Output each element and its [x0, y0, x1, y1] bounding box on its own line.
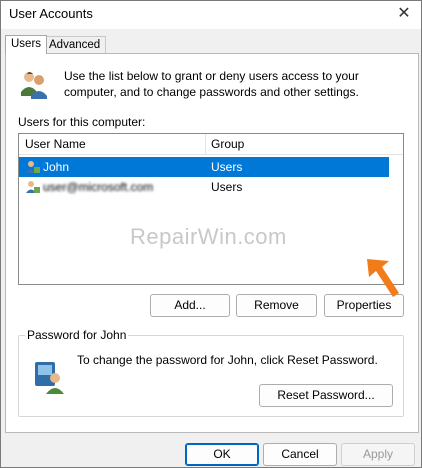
- title-bar: User Accounts ✕: [1, 1, 421, 29]
- user-password-icon: [35, 362, 64, 394]
- user-name-cell: user@microsoft.com: [43, 180, 154, 194]
- column-divider[interactable]: [205, 134, 206, 154]
- user-icon: [26, 181, 40, 193]
- user-name-cell: John: [43, 160, 70, 174]
- close-icon[interactable]: ✕: [393, 3, 415, 25]
- window-title: User Accounts: [9, 6, 93, 21]
- intro-description: Use the list below to grant or deny user…: [64, 69, 359, 99]
- users-group-icon: [21, 72, 47, 99]
- users-tab-panel: Use the list below to grant or deny user…: [5, 53, 419, 433]
- ok-button[interactable]: OK: [185, 443, 259, 466]
- apply-button[interactable]: Apply: [341, 443, 415, 466]
- table-row[interactable]: John Users: [19, 157, 389, 177]
- add-user-button[interactable]: Add...: [150, 294, 230, 317]
- users-list-header: User Name Group: [19, 134, 403, 155]
- password-group-label: Password for John: [25, 328, 129, 342]
- password-instructions: To change the password for John, click R…: [77, 353, 378, 367]
- user-accounts-window: User Accounts ✕ Users Advanced Use the l…: [0, 0, 422, 468]
- annotation-arrow-icon: [367, 259, 399, 297]
- reset-password-button[interactable]: Reset Password...: [259, 384, 393, 407]
- users-list[interactable]: User Name Group John Users user@microsof…: [18, 133, 404, 285]
- tab-advanced[interactable]: Advanced: [43, 36, 107, 54]
- user-icon: [26, 161, 40, 173]
- users-list-label: Users for this computer:: [18, 115, 146, 129]
- remove-user-button[interactable]: Remove: [236, 294, 317, 317]
- password-group: Password for John To change the password…: [18, 328, 404, 417]
- table-row[interactable]: user@microsoft.com Users: [19, 177, 389, 197]
- cancel-button[interactable]: Cancel: [263, 443, 337, 466]
- column-header-group[interactable]: Group: [211, 137, 244, 151]
- column-header-user-name[interactable]: User Name: [25, 137, 86, 151]
- user-group-cell: Users: [211, 160, 243, 174]
- tab-users[interactable]: Users: [5, 35, 48, 54]
- watermark-text: RepairWin.com: [130, 224, 287, 249]
- user-group-cell: Users: [211, 180, 243, 194]
